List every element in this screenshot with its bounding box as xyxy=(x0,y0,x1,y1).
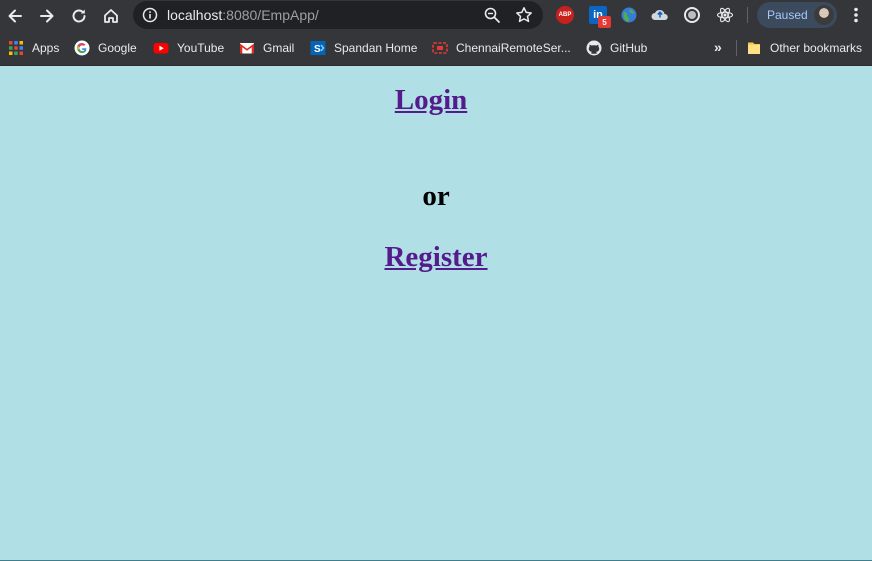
browser-toolbar: localhost:8080/EmpApp/ ABP in 5 Paused xyxy=(0,0,872,31)
bookmark-label: Gmail xyxy=(263,41,295,55)
address-bar[interactable]: localhost:8080/EmpApp/ xyxy=(133,1,543,29)
zoom-icon[interactable] xyxy=(483,6,501,24)
globe-extension-icon[interactable] xyxy=(620,6,638,24)
info-icon[interactable] xyxy=(142,7,158,23)
bookmark-youtube[interactable]: YouTube xyxy=(153,39,224,57)
bookmark-chennai-remote[interactable]: ChennaiRemoteSer... xyxy=(432,39,571,57)
avatar xyxy=(814,5,834,25)
google-icon xyxy=(74,40,90,56)
bookmark-spandan-home[interactable]: S Spandan Home xyxy=(310,39,417,57)
kebab-menu-icon[interactable] xyxy=(848,6,864,24)
register-link[interactable]: Register xyxy=(0,241,872,274)
other-bookmarks-folder[interactable]: Other bookmarks xyxy=(746,39,862,57)
circle-extension-icon[interactable] xyxy=(683,6,701,24)
url-path: :8080/EmpApp/ xyxy=(222,7,319,23)
reload-icon xyxy=(72,9,86,23)
login-link[interactable]: Login xyxy=(0,84,867,117)
forward-button[interactable] xyxy=(34,3,60,29)
forward-arrow-icon xyxy=(40,9,54,23)
sharepoint-icon: S xyxy=(310,40,326,56)
remote-server-icon xyxy=(432,40,448,56)
bookmark-label: Apps xyxy=(32,41,60,55)
svg-text:S: S xyxy=(314,44,321,55)
url-host: localhost xyxy=(167,7,223,23)
back-arrow-icon xyxy=(8,9,22,23)
page-content: Login or Register xyxy=(0,66,872,561)
linkedin-badge: 5 xyxy=(598,16,611,28)
youtube-icon xyxy=(153,40,169,56)
reload-button[interactable] xyxy=(66,3,92,29)
bookmark-label: ChennaiRemoteSer... xyxy=(456,41,571,55)
bookmark-label: Other bookmarks xyxy=(770,41,863,55)
toolbar-divider xyxy=(747,7,748,23)
profile-button[interactable]: Paused xyxy=(757,2,837,28)
back-button[interactable] xyxy=(2,3,28,29)
or-separator-text: or xyxy=(422,180,450,212)
bookmark-gmail[interactable]: Gmail xyxy=(239,39,294,57)
gmail-icon xyxy=(239,40,255,56)
bookmark-label: GitHub xyxy=(610,41,648,55)
home-button[interactable] xyxy=(98,3,124,29)
bookmark-label: Spandan Home xyxy=(334,41,418,55)
bookmark-star-icon[interactable] xyxy=(515,6,533,24)
bookmark-apps[interactable]: Apps xyxy=(8,39,59,57)
url-text[interactable]: localhost:8080/EmpApp/ xyxy=(167,7,319,23)
home-icon xyxy=(104,9,118,23)
github-icon xyxy=(586,40,602,56)
cloud-extension-icon[interactable] xyxy=(651,6,669,24)
adblock-extension-icon[interactable]: ABP xyxy=(556,6,574,24)
bookmarks-divider xyxy=(736,40,737,56)
react-devtools-icon[interactable] xyxy=(716,6,734,24)
bookmarks-bar: Apps Google YouTube Gmail S Spandan Home… xyxy=(0,31,872,66)
apps-grid-icon xyxy=(8,40,24,56)
profile-status-label: Paused xyxy=(767,8,808,22)
bookmark-google[interactable]: Google xyxy=(74,39,137,57)
more-bookmarks-button[interactable]: » xyxy=(714,38,722,56)
bookmark-label: Google xyxy=(98,41,137,55)
folder-icon xyxy=(746,40,762,56)
bookmark-github[interactable]: GitHub xyxy=(586,39,647,57)
bookmark-label: YouTube xyxy=(177,41,225,55)
